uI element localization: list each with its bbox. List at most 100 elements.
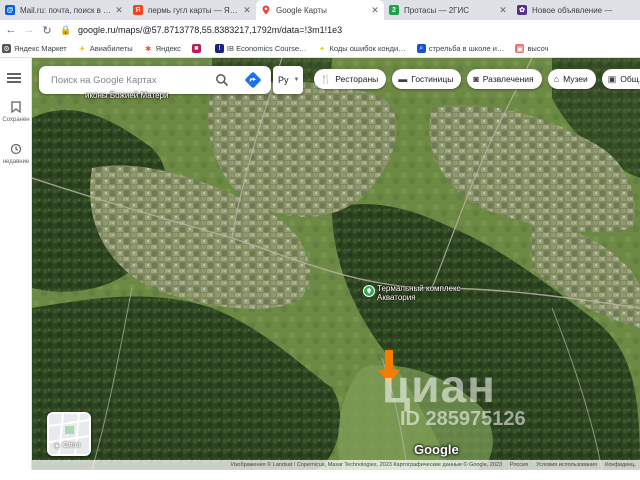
forward-icon[interactable]: → [22, 23, 36, 37]
bookmark-label: высоч [527, 44, 549, 53]
chip-label: Музеи [563, 74, 588, 84]
chip-hotels[interactable]: ▬ Гостиницы [392, 69, 462, 89]
lock-icon[interactable]: 🔒 [60, 25, 72, 36]
rail-recent[interactable]: недавние [0, 143, 32, 165]
bookmark-label: Коды ошибок конди… [329, 44, 406, 53]
camera-icon: ◙ [473, 74, 479, 84]
bookmark-school-shooting[interactable]: ⌕ стрельба в школе и… [416, 44, 505, 53]
transit-icon: ▣ [607, 73, 617, 84]
google-logo: Google [414, 442, 459, 457]
close-icon[interactable]: ✕ [498, 5, 508, 16]
tab-title: Google Карты [276, 5, 327, 15]
satellite-map[interactable]: Ру ▼ 🍴 Рестораны ▬ Гостиницы ◙ Развлечен… [32, 58, 640, 470]
bookmark-label: IB Economics Course… [226, 44, 307, 53]
bookmark-unnamed[interactable]: ■ [191, 44, 204, 53]
rail-saved-label: Сохранен [2, 117, 30, 123]
browser-tab-mailru[interactable]: @ Mail.ru: почта, поиск в интернете… ✕ [0, 0, 128, 20]
browser-tab-yandex[interactable]: Я пермь гугл карты — Яндекс: наш… ✕ [128, 0, 256, 20]
yandex-icon: Я [133, 5, 143, 15]
side-rail: Сохранен недавние [0, 58, 32, 480]
category-chips: 🍴 Рестораны ▬ Гостиницы ◙ Развлечения ⌂ … [314, 69, 640, 89]
bookmark-heights[interactable]: ▣ высоч [515, 44, 549, 53]
directions-icon[interactable] [244, 71, 262, 89]
close-icon[interactable]: ✕ [370, 5, 380, 16]
menu-icon[interactable] [7, 73, 21, 83]
back-icon[interactable]: ← [4, 23, 18, 37]
cian-watermark: циан ID 285975126 [382, 363, 526, 429]
layers-toggle[interactable]: ◈ Слои [47, 412, 91, 456]
bookmarks-bar: ⚙ Яндекс Маркет ✈ Авиабилеты ✱ Яндекс ■ … [0, 40, 640, 58]
bolt-icon: ✦ [319, 45, 325, 53]
language-value: Ру [278, 75, 289, 85]
terms-link[interactable]: Условия использования [536, 462, 597, 468]
bookmark-label: Яндекс [155, 44, 181, 53]
bottom-strip [0, 470, 640, 480]
browser-tab-google-maps[interactable]: Google Карты ✕ [256, 0, 384, 20]
poi-label-line2: Акватория [377, 293, 416, 302]
museum-icon: ⌂ [553, 74, 560, 84]
2gis-icon: 2 [389, 5, 399, 15]
search-box [39, 66, 271, 94]
history-icon [0, 143, 32, 158]
tab-title: Mail.ru: почта, поиск в интернете… [20, 5, 114, 15]
layers-label: Слои [63, 442, 81, 449]
country-link[interactable]: Россия [510, 462, 528, 468]
mailru-icon: @ [5, 5, 15, 15]
layers-icon: ◈ [54, 441, 61, 450]
place-label-church[interactable]: иконы Божией Матери [85, 91, 168, 100]
chip-transit[interactable]: ▣ Общ. т… [601, 69, 640, 89]
poi-label-line1: Термальный комплекс [377, 284, 461, 293]
search-bookmark-icon: ⌕ [416, 44, 426, 53]
chip-label: Рестораны [335, 74, 379, 84]
chip-label: Общ. т… [620, 74, 640, 84]
ib-icon: I [214, 44, 224, 53]
map-footer: Изображения © Landsat / Copernicus, Maxa… [32, 460, 640, 470]
search-icon[interactable] [215, 73, 229, 87]
poi-pin-icon[interactable] [363, 284, 375, 297]
chip-label: Развлечения [482, 74, 534, 84]
poi-label[interactable]: Термальный комплекс Акватория [377, 284, 461, 302]
chip-restaurants[interactable]: 🍴 Рестораны [314, 69, 387, 89]
bookmark-rail-icon [0, 101, 32, 116]
close-icon[interactable]: ✕ [114, 5, 124, 16]
image-bookmark-icon: ▣ [515, 44, 525, 53]
restaurant-icon: 🍴 [320, 73, 332, 84]
yandex-bookmark-icon: ✱ [145, 45, 152, 53]
bookmark-yandex-market[interactable]: ⚙ Яндекс Маркет [2, 44, 67, 53]
address-bar-row: ← → ↻ 🔒 google.ru/maps/@57.8713778,55.83… [0, 20, 640, 40]
browser-tab-2gis[interactable]: 2 Протасы — 2ГИС ✕ [384, 0, 512, 20]
new-ad-icon: ✿ [517, 5, 527, 15]
search-input[interactable] [51, 74, 211, 86]
rail-saved[interactable]: Сохранен [0, 101, 32, 123]
layers-label-wrap: ◈ Слои [54, 441, 80, 450]
chip-label: Гостиницы [411, 74, 454, 84]
tab-title: пермь гугл карты — Яндекс: наш… [148, 5, 242, 15]
close-icon[interactable]: ✕ [242, 5, 252, 16]
attribution-text: Изображения © Landsat / Copernicus, Maxa… [231, 462, 503, 468]
url-field[interactable]: google.ru/maps/@57.8713778,55.8383217,17… [78, 25, 342, 35]
chip-museums[interactable]: ⌂ Музеи [547, 69, 596, 89]
privacy-link[interactable]: Конфиденц. [605, 462, 636, 468]
plane-icon: ✈ [79, 45, 86, 53]
chip-entertainment[interactable]: ◙ Развлечения [467, 69, 542, 89]
reload-icon[interactable]: ↻ [40, 23, 54, 37]
bookmark-label: Яндекс Маркет [14, 44, 67, 53]
chevron-down-icon: ▼ [293, 77, 300, 83]
bookmark-flights[interactable]: ✈ Авиабилеты [78, 44, 133, 53]
watermark-main: циан [382, 360, 496, 412]
bookmark-ib-economics[interactable]: I IB Economics Course… [214, 44, 307, 53]
bookmark-error-codes[interactable]: ✦ Коды ошибок конди… [318, 44, 406, 53]
tab-title: Протасы — 2ГИС [404, 5, 469, 15]
hotel-icon: ▬ [398, 74, 408, 84]
tab-title: Новое объявление — [532, 5, 613, 15]
bookmark-icon: ■ [191, 44, 201, 53]
language-select[interactable]: Ру ▼ [273, 66, 303, 94]
satellite-imagery [32, 58, 640, 470]
watermark-id: ID 285975126 [400, 408, 526, 430]
bookmark-label: Авиабилеты [89, 44, 133, 53]
rail-recent-label: недавние [2, 159, 30, 165]
bookmark-yandex[interactable]: ✱ Яндекс [144, 44, 181, 53]
browser-tab-new-ad[interactable]: ✿ Новое объявление — [512, 0, 640, 20]
tab-bar: @ Mail.ru: почта, поиск в интернете… ✕ Я… [0, 0, 640, 20]
bookmark-label: стрельба в школе и… [428, 44, 505, 53]
